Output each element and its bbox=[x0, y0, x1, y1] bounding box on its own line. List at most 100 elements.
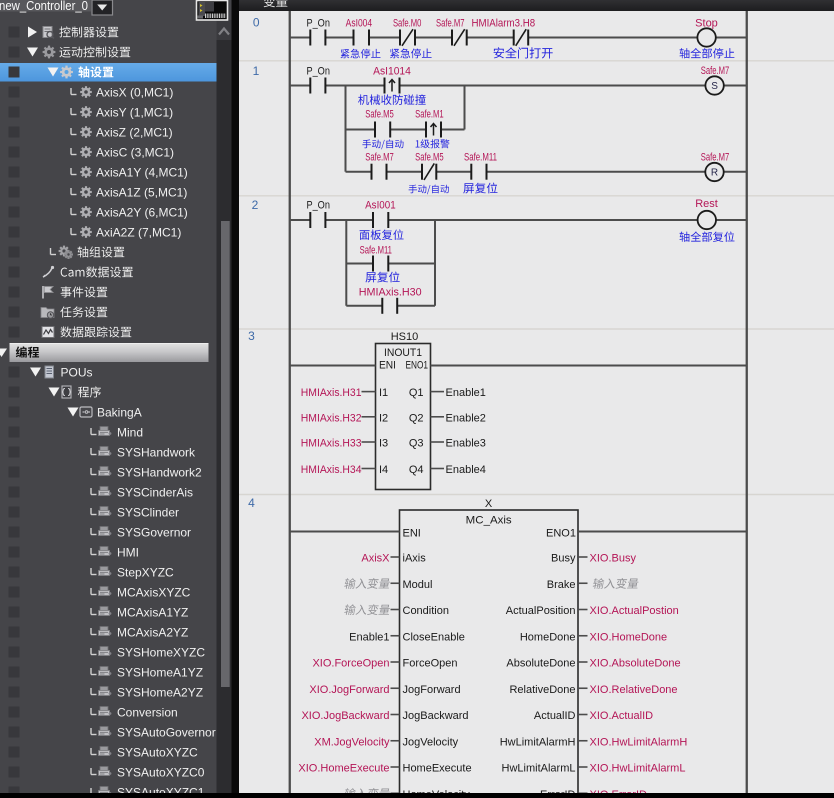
svg-text:Enable4: Enable4 bbox=[446, 464, 486, 476]
svg-text:BakingA: BakingA bbox=[97, 406, 142, 420]
svg-text:HomeDone: HomeDone bbox=[520, 631, 576, 643]
svg-text:ENO1: ENO1 bbox=[406, 360, 429, 372]
svg-text:Conversion: Conversion bbox=[117, 706, 178, 720]
svg-text:XIO.ActualID: XIO.ActualID bbox=[590, 710, 654, 722]
svg-text:P_On: P_On bbox=[306, 18, 330, 30]
svg-text:SYSHomeA1YZ: SYSHomeA1YZ bbox=[117, 666, 203, 680]
svg-text:3: 3 bbox=[248, 329, 255, 343]
svg-text:Enable2: Enable2 bbox=[446, 412, 486, 424]
svg-text:Stop: Stop bbox=[695, 18, 718, 30]
svg-text:SYSCinderAis: SYSCinderAis bbox=[117, 486, 193, 500]
svg-text:HwLimitAlarmL: HwLimitAlarmL bbox=[502, 763, 576, 775]
svg-text:I1: I1 bbox=[379, 387, 388, 399]
svg-text:ENI: ENI bbox=[379, 360, 396, 372]
svg-text:XIO.RelativeDone: XIO.RelativeDone bbox=[590, 684, 678, 696]
svg-text:AxisA2Y (6,MC1): AxisA2Y (6,MC1) bbox=[96, 206, 188, 220]
svg-text:XIO.ActualPostion: XIO.ActualPostion bbox=[590, 605, 679, 617]
svg-text:ForceOpen: ForceOpen bbox=[403, 658, 458, 670]
svg-text:Mind: Mind bbox=[117, 426, 143, 440]
svg-text:HMIAxis.H32: HMIAxis.H32 bbox=[301, 412, 362, 424]
svg-text:XIO.HomeExecute: XIO.HomeExecute bbox=[298, 763, 389, 775]
svg-text:XIO.ForceOpen: XIO.ForceOpen bbox=[312, 658, 389, 670]
svg-text:CloseEnable: CloseEnable bbox=[403, 631, 465, 643]
svg-text:AxiA2Z (7,MC1): AxiA2Z (7,MC1) bbox=[96, 226, 181, 240]
svg-text:I2: I2 bbox=[379, 412, 388, 424]
svg-text:AsI004: AsI004 bbox=[346, 18, 373, 30]
svg-text:AxisY (1,MC1): AxisY (1,MC1) bbox=[96, 106, 173, 120]
svg-text:HMIAxis.H30: HMIAxis.H30 bbox=[359, 287, 422, 299]
svg-text:HomeVelocity: HomeVelocity bbox=[403, 789, 471, 793]
svg-text:XIO.HwLimitAlarmL: XIO.HwLimitAlarmL bbox=[590, 763, 686, 775]
svg-text:4: 4 bbox=[248, 496, 255, 510]
svg-text:MCAxisA2YZ: MCAxisA2YZ bbox=[117, 626, 188, 640]
svg-text:ENI: ENI bbox=[403, 528, 421, 540]
svg-text:SYSAutoGovernor: SYSAutoGovernor bbox=[117, 726, 216, 740]
svg-text:Brake: Brake bbox=[547, 579, 576, 591]
svg-text:AbsoluteDone: AbsoluteDone bbox=[506, 658, 575, 670]
svg-text:Condition: Condition bbox=[403, 605, 449, 617]
svg-text:INOUT1: INOUT1 bbox=[384, 347, 422, 359]
svg-text:MCAxisA1YZ: MCAxisA1YZ bbox=[117, 606, 188, 620]
svg-text:AxisA1Y (4,MC1): AxisA1Y (4,MC1) bbox=[96, 166, 188, 180]
svg-text:Q4: Q4 bbox=[409, 464, 424, 476]
svg-text:MCAxisXYZC: MCAxisXYZC bbox=[117, 586, 191, 600]
svg-text:XM.JogVelocity: XM.JogVelocity bbox=[314, 736, 390, 748]
svg-text:HMI: HMI bbox=[117, 546, 139, 560]
svg-text:SYSClinder: SYSClinder bbox=[117, 506, 179, 520]
svg-text:POUs: POUs bbox=[61, 366, 93, 380]
svg-text:ActualID: ActualID bbox=[534, 710, 576, 722]
svg-text:XIO.HomeDone: XIO.HomeDone bbox=[590, 631, 668, 643]
svg-text:Q3: Q3 bbox=[409, 438, 424, 450]
svg-text:AsI1014: AsI1014 bbox=[373, 66, 411, 78]
svg-text:SYSGovernor: SYSGovernor bbox=[117, 526, 191, 540]
svg-text:Safe.M7: Safe.M7 bbox=[365, 152, 394, 164]
svg-text:HomeExecute: HomeExecute bbox=[403, 763, 472, 775]
svg-text:Safe.M11: Safe.M11 bbox=[360, 245, 392, 257]
svg-text:RelativeDone: RelativeDone bbox=[509, 684, 575, 696]
svg-text:Enable1: Enable1 bbox=[349, 631, 389, 643]
svg-text:Enable3: Enable3 bbox=[446, 438, 486, 450]
svg-text:StepXYZC: StepXYZC bbox=[117, 566, 174, 580]
svg-text:HS10: HS10 bbox=[391, 331, 419, 343]
svg-text:AxisX: AxisX bbox=[361, 553, 390, 565]
svg-text:JogBackward: JogBackward bbox=[403, 710, 469, 722]
svg-text:SYSHomeXYZC: SYSHomeXYZC bbox=[117, 646, 205, 660]
svg-text:Safe.M7: Safe.M7 bbox=[436, 18, 465, 30]
svg-text:Safe.M1: Safe.M1 bbox=[415, 109, 444, 121]
svg-text:Enable1: Enable1 bbox=[446, 387, 486, 399]
svg-text:I4: I4 bbox=[379, 464, 388, 476]
svg-text:S: S bbox=[711, 81, 718, 92]
svg-text:Busy: Busy bbox=[551, 553, 576, 565]
svg-text:Safe.M11: Safe.M11 bbox=[464, 152, 497, 164]
svg-text:JogVelocity: JogVelocity bbox=[403, 736, 459, 748]
svg-text:JogForward: JogForward bbox=[403, 684, 461, 696]
svg-text:Safe.M5: Safe.M5 bbox=[365, 109, 394, 121]
svg-text:iAxis: iAxis bbox=[403, 553, 427, 565]
svg-text:Modul: Modul bbox=[403, 579, 433, 591]
svg-text:ActualPosition: ActualPosition bbox=[506, 605, 576, 617]
svg-text:Safe.M7: Safe.M7 bbox=[701, 152, 730, 164]
svg-text:I3: I3 bbox=[379, 438, 388, 450]
svg-text:2: 2 bbox=[252, 198, 259, 212]
svg-text:XIO.HwLimitAlarmH: XIO.HwLimitAlarmH bbox=[590, 736, 688, 748]
svg-text:SYSAutoXYZC: SYSAutoXYZC bbox=[117, 746, 198, 760]
svg-text:AxisZ (2,MC1): AxisZ (2,MC1) bbox=[96, 126, 173, 140]
svg-text:Safe.M0: Safe.M0 bbox=[393, 18, 422, 30]
svg-text:HMIAlarm3.H8: HMIAlarm3.H8 bbox=[472, 18, 536, 30]
svg-text:HMIAxis.H33: HMIAxis.H33 bbox=[301, 438, 362, 450]
svg-text:SYSHomeA2YZ: SYSHomeA2YZ bbox=[117, 686, 203, 700]
svg-text:R: R bbox=[711, 168, 718, 179]
svg-text:X: X bbox=[485, 498, 493, 510]
svg-text:HMIAxis.H34: HMIAxis.H34 bbox=[301, 464, 362, 476]
svg-text:ENO1: ENO1 bbox=[546, 528, 576, 540]
svg-text:XIO.Busy: XIO.Busy bbox=[590, 553, 637, 565]
svg-text:XIO.JogForward: XIO.JogForward bbox=[309, 684, 389, 696]
svg-text:P_On: P_On bbox=[306, 200, 330, 212]
svg-text:SYSAutoXYZC0: SYSAutoXYZC0 bbox=[117, 766, 205, 780]
svg-text:HMIAxis.H31: HMIAxis.H31 bbox=[301, 387, 362, 399]
svg-text:SYSHandwork2: SYSHandwork2 bbox=[117, 466, 202, 480]
svg-text:Q2: Q2 bbox=[409, 412, 424, 424]
svg-text:0: 0 bbox=[253, 16, 260, 30]
svg-text:AsI001: AsI001 bbox=[365, 200, 396, 212]
svg-text:SYSAutoXYZC1: SYSAutoXYZC1 bbox=[117, 786, 205, 794]
